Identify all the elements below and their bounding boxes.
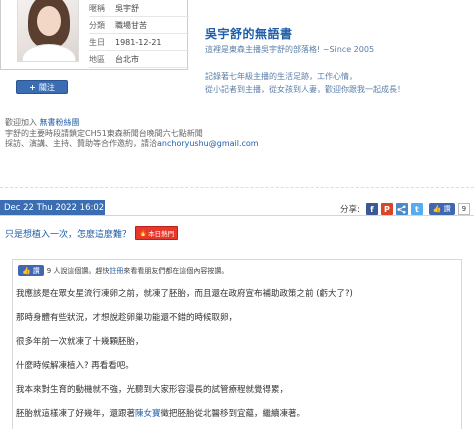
like-label: 讚 (443, 205, 451, 213)
plus-icon: + (29, 82, 36, 92)
profile-value: 職場甘苦 (115, 20, 147, 30)
divider (0, 182, 474, 188)
likes-line: 👍 讚 9 人說這個讚。趕快註冊來看看朋友們都在這個內容按讚。 (18, 265, 228, 276)
profile-value: 台北市 (115, 54, 139, 64)
thumbs-up-icon: 👍 (432, 205, 442, 213)
likes-text: 9 人說這個讚。趕快 (46, 266, 110, 275)
hot-badge[interactable]: 🔥 本日熱門 (135, 226, 179, 240)
post-paragraph: 我本來對生育的動機就不強，光聽到大家形容漫長的試管療程就覺得累， (16, 385, 289, 395)
profile-row-birthday: 生日 1981-12-21 (89, 34, 189, 51)
like-count: 9 (457, 203, 471, 215)
blog-title[interactable]: 吳宇舒的無語書 (205, 25, 293, 42)
like-label: 讚 (32, 266, 40, 275)
profile-row-nickname: 暱稱 吳宇舒 (89, 0, 189, 17)
fanpage-link[interactable]: 無書粉絲團 (40, 118, 80, 127)
blog-desc-line: 記錄著七年級主播的生活足跡，工作心情， (205, 72, 357, 81)
share-label: 分享: (340, 205, 360, 215)
twitter-icon[interactable]: t (410, 203, 423, 215)
welcome-prefix: 歡迎加入 (5, 118, 37, 127)
facebook-like-button[interactable]: 👍 讚 (428, 203, 455, 215)
blog-subtitle: 這裡是東森主播吳宇舒的部落格! ~Since 2005 (205, 45, 375, 54)
profile-key: 生日 (89, 37, 105, 47)
post-paragraph: 那時身體有些狀況，才想說趁卵巢功能還不錯的時候取卵， (16, 313, 238, 323)
profile-key: 暱稱 (89, 3, 105, 13)
blog-desc-line: 從小記者到主播，從女孩到人妻，歡迎你跟我一起成長！ (205, 85, 405, 94)
post-paragraph: 我應該是在眾女星流行凍卵之前，就凍了胚胎，而且還在政府宣布補助政策之前 (虧大了… (16, 289, 353, 299)
post-body: 👍 讚 9 人說這個讚。趕快註冊來看看朋友們都在這個內容按讚。 我應該是在眾女星… (12, 259, 462, 429)
register-link[interactable]: 註冊 (109, 267, 123, 275)
avatar[interactable] (17, 0, 79, 62)
welcome-block: 歡迎加入 無書粉絲團 宇舒的主要時段請鎖定CH51東森新聞台晚間六七點新聞 採訪… (5, 118, 305, 150)
profile-info: 暱稱 吳宇舒 分類 職場甘苦 生日 1981-12-21 地區 台北市 (89, 0, 189, 68)
thumbs-up-icon: 👍 (22, 266, 31, 275)
post-paragraph: 什麼時候解凍植入? 再看看吧。 (16, 361, 134, 371)
profile-row-category: 分類 職場甘苦 (89, 17, 189, 34)
fire-icon: 🔥 (139, 229, 148, 237)
profile-key: 地區 (89, 54, 105, 64)
contact-email-link[interactable]: anchoryushu@gmail.com (157, 139, 259, 148)
follow-label: 關注 (38, 82, 55, 92)
post-title-row: 只是想植入一次，怎麼這麼難？ 🔥 本日熱門 (5, 226, 179, 240)
post-date: Dec 22 Thu 2022 16:02 (0, 200, 105, 215)
facebook-icon[interactable]: f (365, 203, 378, 215)
profile-value: 吳宇舒 (115, 3, 139, 13)
profile-value: 1981-12-21 (115, 37, 162, 47)
welcome-contact: 採訪、演講、主持、贊助等合作邀約，請洽 (5, 139, 157, 148)
plurk-icon[interactable]: P (380, 203, 393, 215)
share-bar: 分享: f P t 👍 讚 9 (340, 203, 471, 215)
follow-button[interactable]: + 關注 (16, 80, 68, 94)
facebook-like-button[interactable]: 👍 讚 (18, 265, 44, 276)
post-title[interactable]: 只是想植入一次，怎麼這麼難？ (5, 227, 131, 240)
welcome-schedule: 宇舒的主要時段請鎖定CH51東森新聞台晚間六七點新聞 (5, 128, 203, 138)
likes-text: 來看看朋友們都在這個內容按讚。 (123, 266, 229, 275)
profile-row-region: 地區 台北市 (89, 51, 189, 68)
divider (0, 215, 474, 216)
hot-badge-label: 本日熱門 (148, 230, 175, 238)
profile-card: 暱稱 吳宇舒 分類 職場甘苦 生日 1981-12-21 地區 台北市 (0, 0, 189, 70)
profile-key: 分類 (89, 20, 105, 30)
share-icon[interactable] (395, 203, 408, 215)
post-paragraph: 胚胎就這樣凍了好幾年，還跟著陳女寶徵把胚胎從北醫移到宜蘊，繼續凍著。 (16, 409, 306, 419)
blog-description: 記錄著七年級主播的生活足跡，工作心情， 從小記者到主播，從女孩到人妻，歡迎你跟我… (205, 70, 405, 96)
post-paragraph: 很多年前一次就凍了十幾顆胚胎， (16, 337, 144, 347)
doctor-link[interactable]: 陳女寶 (135, 409, 161, 419)
